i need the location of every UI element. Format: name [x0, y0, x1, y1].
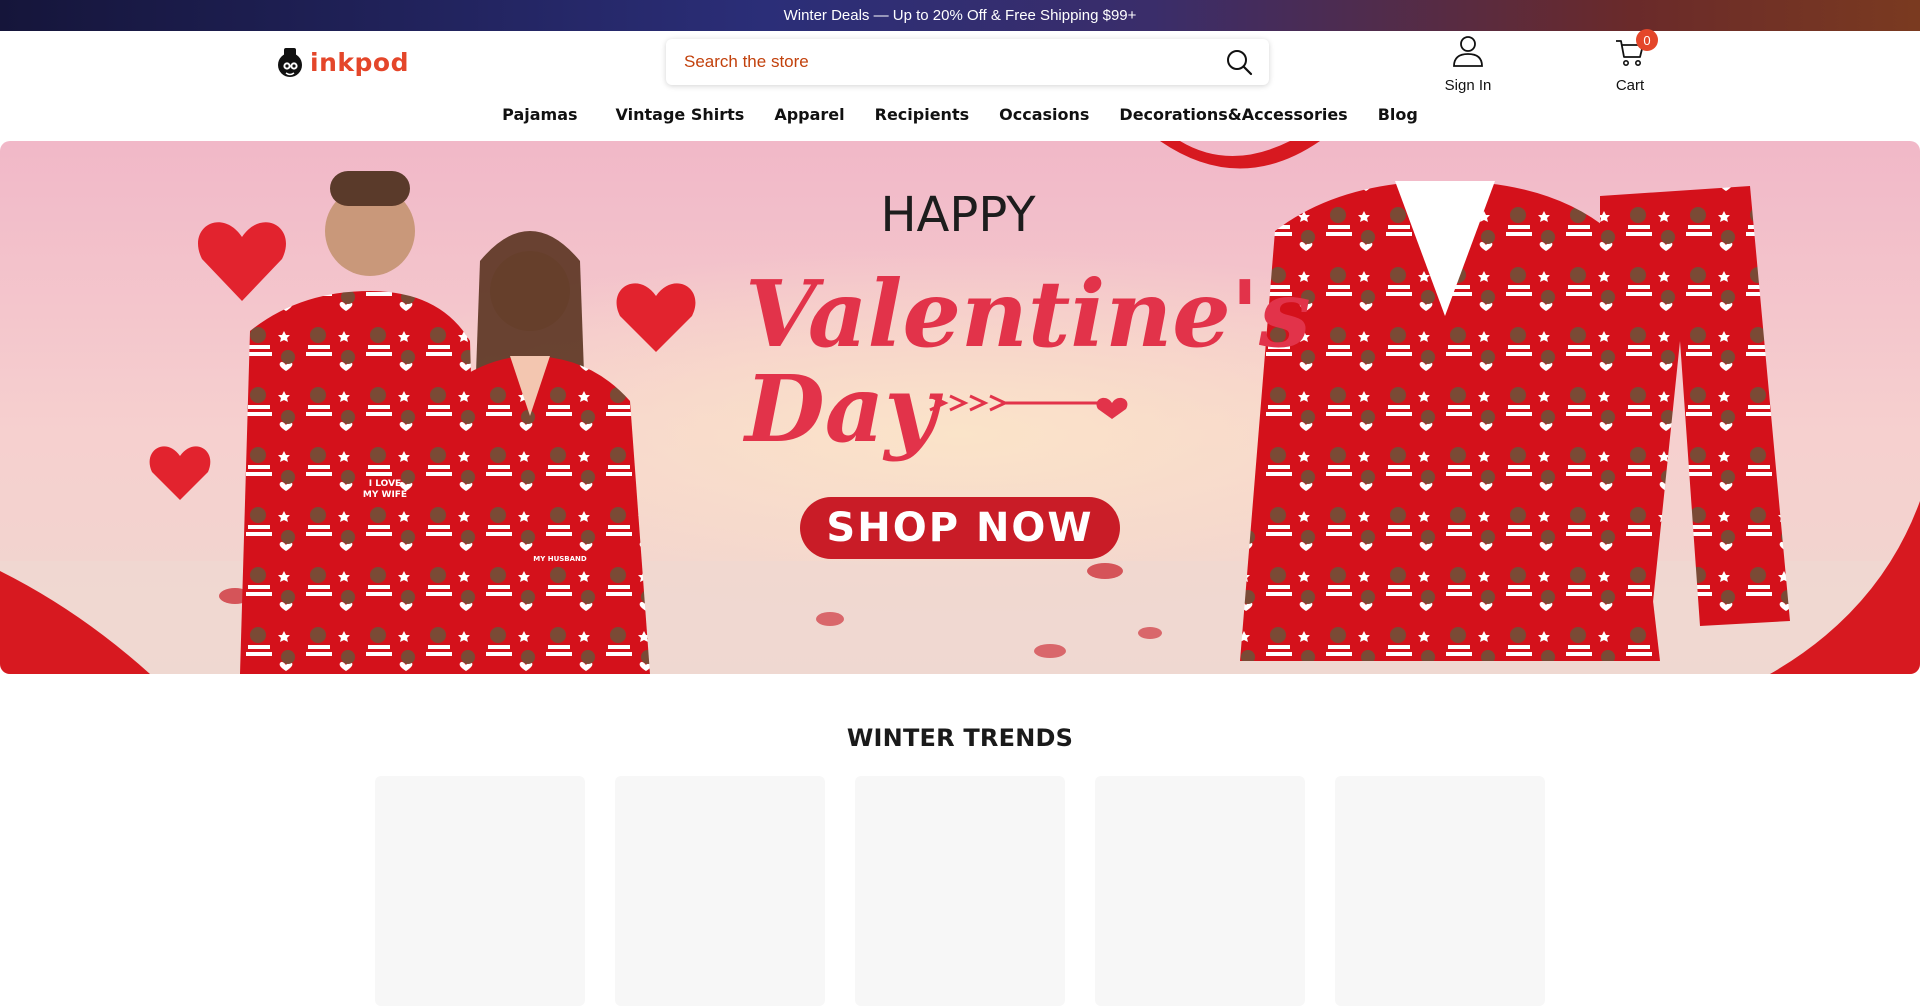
product-card-placeholder[interactable] [1095, 776, 1305, 1006]
hero-line-happy: HAPPY [880, 187, 1036, 243]
product-card-row [375, 776, 1545, 1006]
product-card-placeholder[interactable] [615, 776, 825, 1006]
hero-illustration: HAPPY Valentine's Day SHOP NOW I LOVE MY… [0, 141, 1920, 674]
search-bar [666, 39, 1269, 85]
sign-in-label: Sign In [1444, 77, 1492, 94]
main-nav: Pajamas Vintage Shirts Apparel Recipient… [0, 105, 1920, 124]
nav-item-vintage-shirts[interactable]: Vintage Shirts [601, 105, 760, 124]
site-header: inkpod Sign In 0 Cart [0, 29, 1920, 141]
product-card-placeholder[interactable] [375, 776, 585, 1006]
nav-item-blog[interactable]: Blog [1363, 105, 1433, 124]
section-title: WINTER TRENDS [846, 724, 1074, 752]
product-card-placeholder[interactable] [855, 776, 1065, 1006]
hero-banner[interactable]: HAPPY Valentine's Day SHOP NOW I LOVE MY… [0, 141, 1920, 674]
hero-line-valentines: Valentine's [745, 260, 1311, 368]
nav-item-pajamas[interactable]: Pajamas [487, 105, 592, 124]
logo[interactable]: inkpod [274, 45, 409, 79]
nav-item-recipients[interactable]: Recipients [860, 105, 985, 124]
shop-now-label: SHOP NOW [826, 505, 1093, 551]
cart-button[interactable]: 0 Cart [1594, 29, 1666, 94]
nav-item-apparel[interactable]: Apparel [759, 105, 859, 124]
hero-line-day: Day [742, 355, 943, 463]
nav-item-decorations-accessories[interactable]: Decorations&Accessories [1104, 105, 1362, 124]
product-card-placeholder[interactable] [1335, 776, 1545, 1006]
cart-count-badge: 0 [1636, 29, 1658, 51]
user-icon [1450, 33, 1486, 69]
nav-item-occasions[interactable]: Occasions [984, 105, 1104, 124]
sign-in-button[interactable]: Sign In [1420, 33, 1516, 94]
announcement-text: Winter Deals — Up to 20% Off & Free Ship… [783, 7, 1137, 24]
logo-icon [278, 48, 302, 77]
search-input[interactable] [684, 52, 1223, 72]
cart-icon: 0 [1612, 29, 1658, 69]
print-label-husband: MY HUSBAND [533, 555, 587, 563]
announcement-bar: Winter Deals — Up to 20% Off & Free Ship… [0, 0, 1920, 31]
search-icon[interactable] [1223, 46, 1255, 78]
logo-text: inkpod [310, 47, 409, 77]
print-label-love: I LOVE [369, 479, 401, 489]
print-label-wife: MY WIFE [363, 490, 407, 500]
cart-label: Cart [1615, 77, 1645, 94]
